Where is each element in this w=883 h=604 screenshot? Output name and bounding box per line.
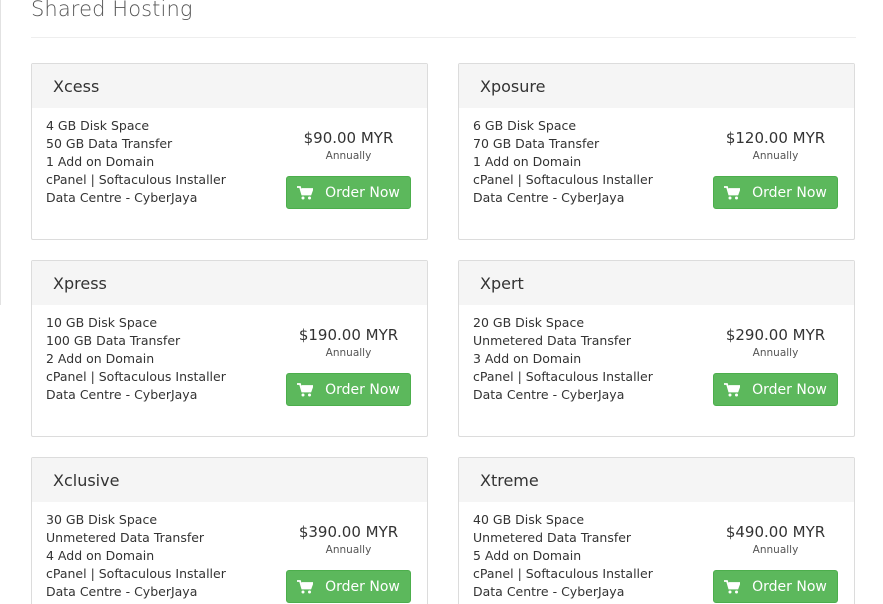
feature-item: Unmetered Data Transfer [46,530,205,545]
feature-item: 100 GB Data Transfer [46,333,181,348]
feature-item: 50 GB Data Transfer [46,136,173,151]
plan-card-xposure: Xposure 6 GB Disk Space 70 GB Data Trans… [458,63,855,240]
feature-item: 10 GB Disk Space [46,315,158,330]
title-divider [31,37,856,38]
order-now-button[interactable]: Order Now [286,570,411,603]
plan-price: $190.00 MYR [298,326,399,344]
order-button-label: Order Now [325,578,400,595]
page-title: Shared Hosting [31,0,193,21]
shopping-cart-icon [297,579,314,593]
billing-cycle: Annually [325,347,372,359]
billing-cycle: Annually [752,347,799,359]
plan-price: $390.00 MYR [298,523,399,541]
feature-item: 20 GB Disk Space [473,315,585,330]
order-button-label: Order Now [752,578,827,595]
price-box: $190.00 MYR Annually [286,326,411,359]
feature-item: cPanel | Softaculous Installer [473,369,653,384]
order-now-button[interactable]: Order Now [713,176,838,209]
plan-features: 30 GB Disk Space Unmetered Data Transfer… [46,511,226,601]
order-now-button[interactable]: Order Now [286,176,411,209]
plan-price: $120.00 MYR [725,129,826,147]
plan-features: 6 GB Disk Space 70 GB Data Transfer 1 Ad… [473,117,653,207]
price-box: $490.00 MYR Annually [713,523,838,556]
order-button-label: Order Now [325,381,400,398]
order-now-button[interactable]: Order Now [286,373,411,406]
shopping-cart-icon [297,382,314,396]
plan-card-xcess: Xcess 4 GB Disk Space 50 GB Data Transfe… [31,63,428,240]
feature-item: cPanel | Softaculous Installer [46,369,226,384]
feature-item: 4 GB Disk Space [46,118,150,133]
feature-item: 4 Add on Domain [46,548,155,563]
price-box: $120.00 MYR Annually [713,129,838,162]
feature-item: 2 Add on Domain [46,351,155,366]
shopping-cart-icon [724,579,741,593]
plan-card-xtreme: Xtreme 40 GB Disk Space Unmetered Data T… [458,457,855,604]
feature-item: cPanel | Softaculous Installer [46,566,226,581]
feature-item: 70 GB Data Transfer [473,136,600,151]
feature-item: Data Centre - CyberJaya [473,190,625,205]
plan-name: Xposure [459,64,854,108]
plan-features: 4 GB Disk Space 50 GB Data Transfer 1 Ad… [46,117,226,207]
billing-cycle: Annually [752,150,799,162]
order-button-label: Order Now [325,184,400,201]
feature-item: 1 Add on Domain [46,154,155,169]
feature-item: 5 Add on Domain [473,548,582,563]
plan-features: 10 GB Disk Space 100 GB Data Transfer 2 … [46,314,226,404]
order-button-label: Order Now [752,381,827,398]
feature-item: 1 Add on Domain [473,154,582,169]
plan-name: Xtreme [459,458,854,502]
billing-cycle: Annually [752,544,799,556]
feature-item: cPanel | Softaculous Installer [473,172,653,187]
feature-item: 3 Add on Domain [473,351,582,366]
order-now-button[interactable]: Order Now [713,373,838,406]
shopping-cart-icon [724,185,741,199]
plan-features: 40 GB Disk Space Unmetered Data Transfer… [473,511,653,601]
plan-price: $290.00 MYR [725,326,826,344]
left-edge-rule [0,0,1,305]
plan-name: Xpert [459,261,854,305]
plan-price: $90.00 MYR [303,129,394,147]
feature-item: Data Centre - CyberJaya [473,387,625,402]
price-box: $390.00 MYR Annually [286,523,411,556]
feature-item: 30 GB Disk Space [46,512,158,527]
feature-item: Data Centre - CyberJaya [473,584,625,599]
feature-item: cPanel | Softaculous Installer [46,172,226,187]
feature-item: Unmetered Data Transfer [473,333,632,348]
plan-card-xclusive: Xclusive 30 GB Disk Space Unmetered Data… [31,457,428,604]
feature-item: cPanel | Softaculous Installer [473,566,653,581]
price-box: $290.00 MYR Annually [713,326,838,359]
order-now-button[interactable]: Order Now [713,570,838,603]
billing-cycle: Annually [325,150,372,162]
plan-card-xpress: Xpress 10 GB Disk Space 100 GB Data Tran… [31,260,428,437]
feature-item: Data Centre - CyberJaya [46,387,198,402]
feature-item: 6 GB Disk Space [473,118,577,133]
plan-features: 20 GB Disk Space Unmetered Data Transfer… [473,314,653,404]
plan-name: Xcess [32,64,427,108]
plan-card-xpert: Xpert 20 GB Disk Space Unmetered Data Tr… [458,260,855,437]
feature-item: Unmetered Data Transfer [473,530,632,545]
shopping-cart-icon [724,382,741,396]
feature-item: Data Centre - CyberJaya [46,584,198,599]
plan-price: $490.00 MYR [725,523,826,541]
shopping-cart-icon [297,185,314,199]
price-box: $90.00 MYR Annually [286,129,411,162]
feature-item: Data Centre - CyberJaya [46,190,198,205]
feature-item: 40 GB Disk Space [473,512,585,527]
order-button-label: Order Now [752,184,827,201]
plan-name: Xclusive [32,458,427,502]
billing-cycle: Annually [325,544,372,556]
plan-name: Xpress [32,261,427,305]
